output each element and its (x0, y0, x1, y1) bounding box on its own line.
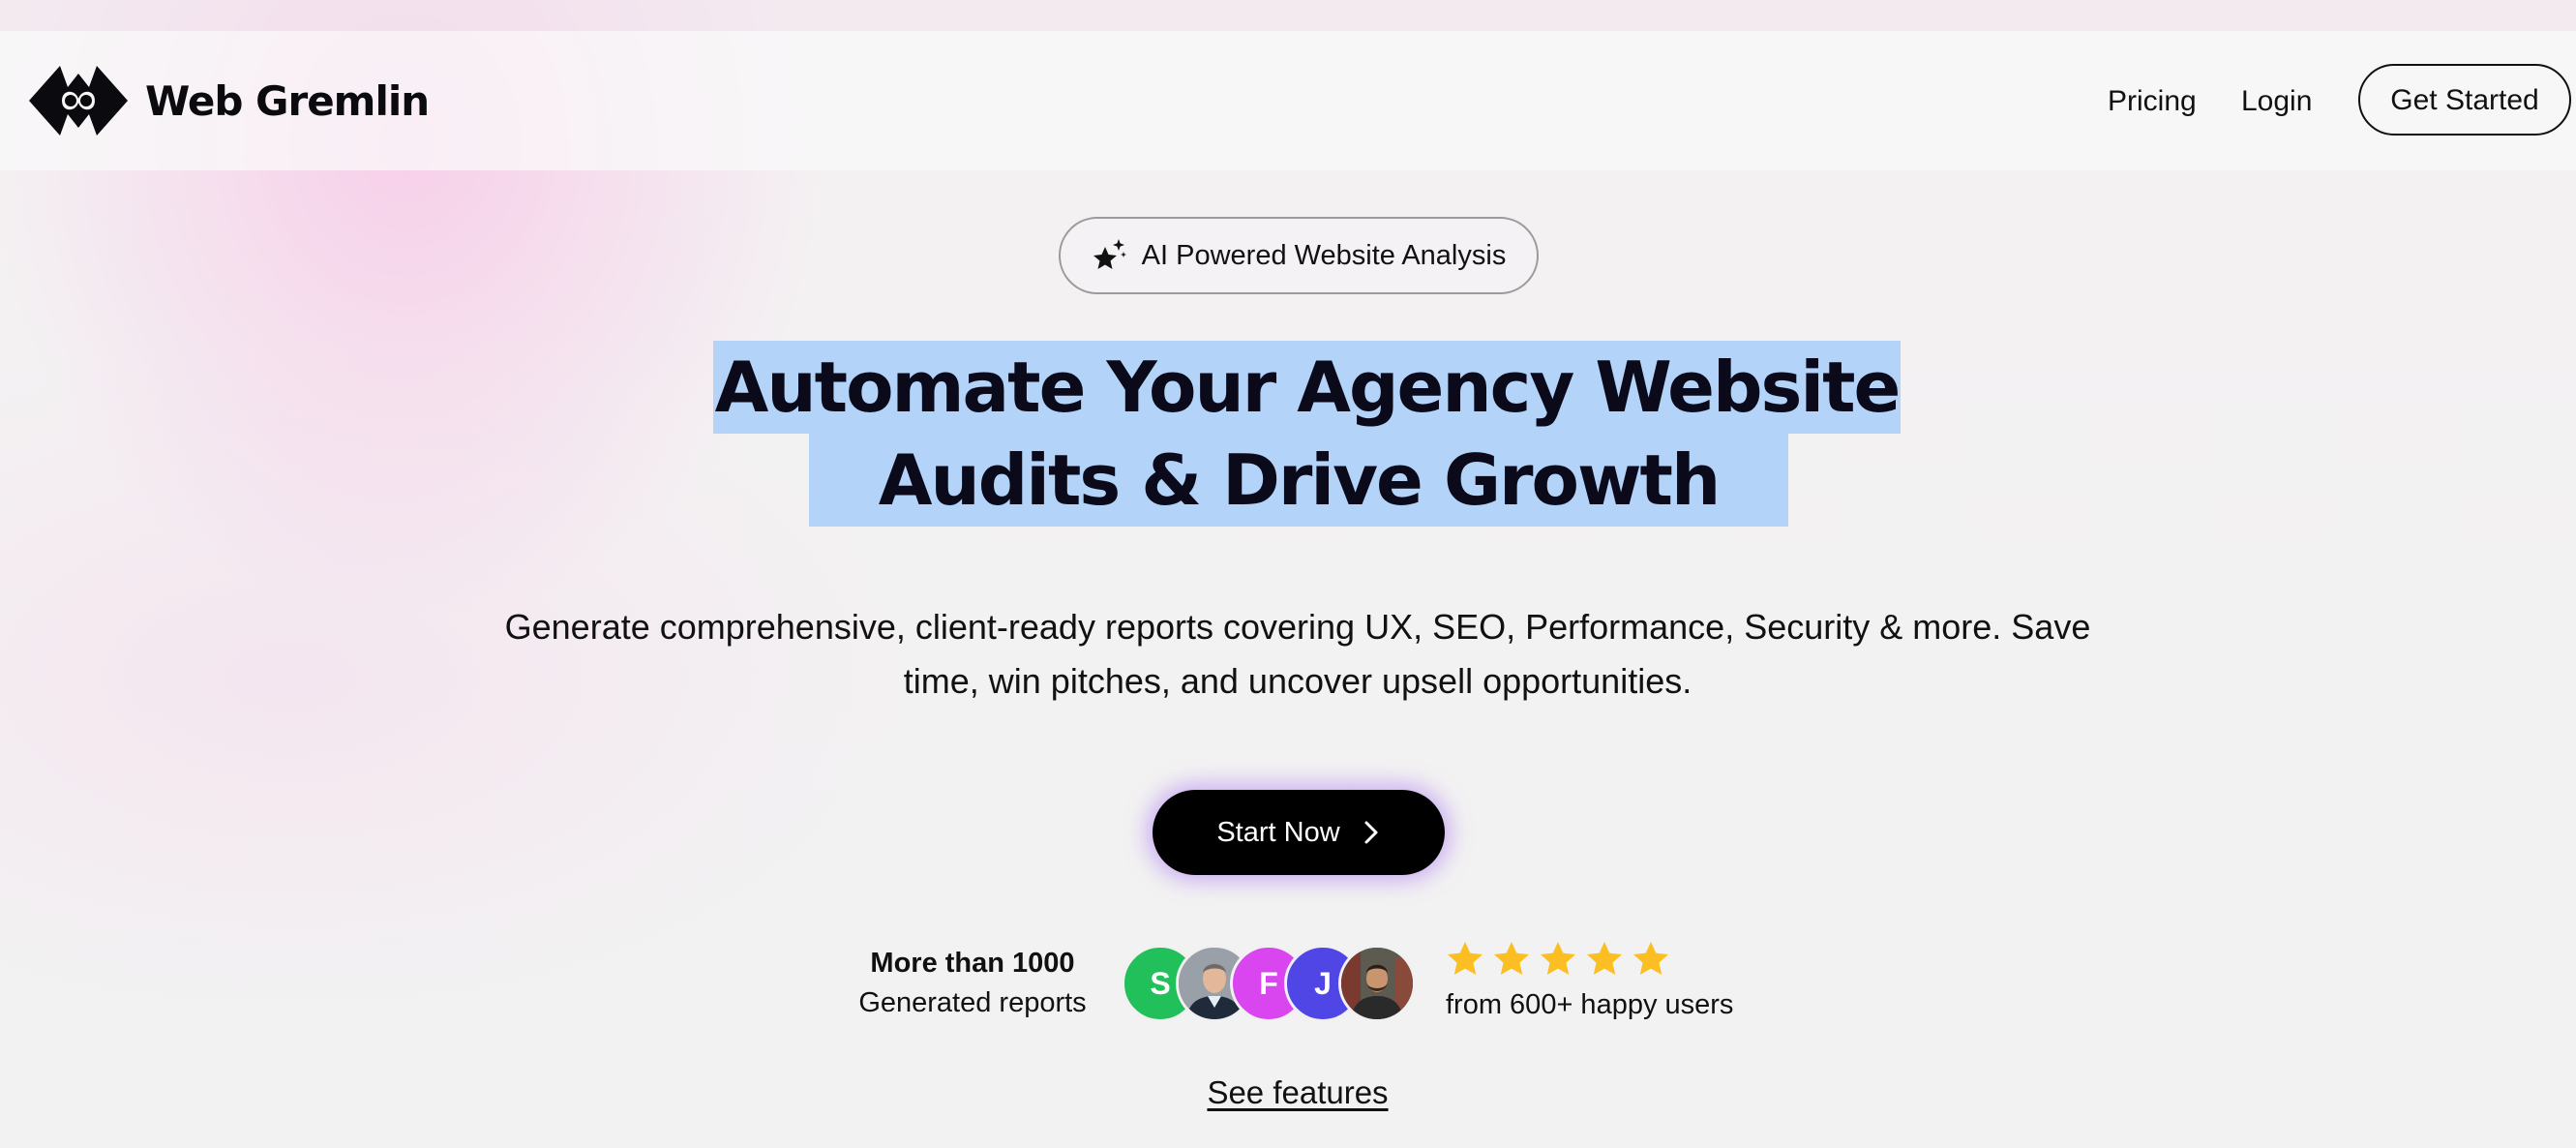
star-icon (1633, 942, 1668, 975)
rating-text: from 600+ happy users (1446, 989, 1734, 1020)
navbar: Web Gremlin Pricing Login Get Started (0, 31, 2576, 170)
reports-count-label: More than 1000 (870, 948, 1075, 979)
ai-badge: AI Powered Website Analysis (1059, 217, 1539, 294)
nav-pricing-link[interactable]: Pricing (2108, 76, 2197, 128)
web-gremlin-logo-icon (29, 66, 128, 136)
sparkle-star-icon (1093, 239, 1126, 269)
nav-login-link[interactable]: Login (2241, 76, 2312, 128)
star-icon (1448, 942, 1483, 975)
reports-count: More than 1000 Generated reports (842, 943, 1103, 1022)
brand-name: Web Gremlin (145, 76, 430, 125)
top-strip (0, 0, 2576, 31)
avatar-stack: S F J (1122, 945, 1416, 1022)
star-icon (1541, 942, 1575, 975)
reports-count-sub: Generated reports (858, 987, 1087, 1018)
badge-text: AI Powered Website Analysis (1141, 239, 1507, 271)
subtitle-line-1: Generate comprehensive, client-ready rep… (504, 607, 2091, 647)
chevron-right-icon (1364, 821, 1378, 844)
avatar-initial: J (1314, 965, 1332, 1001)
star-icon (1494, 942, 1529, 975)
see-features-link[interactable]: See features (1143, 1074, 1453, 1111)
subtitle-line-2: time, win pitches, and uncover upsell op… (903, 661, 1692, 701)
headline-line-2: Audits & Drive Growth (809, 434, 1788, 527)
start-now-button[interactable]: Start Now (1153, 790, 1445, 875)
headline-line-1: Automate Your Agency Website (713, 341, 1901, 434)
avatar-initial: S (1150, 965, 1171, 1001)
user-rating: from 600+ happy users (1446, 937, 1775, 1024)
hero-subtitle: Generate comprehensive, client-ready rep… (417, 600, 2178, 709)
start-now-label: Start Now (1216, 816, 1340, 848)
avatar-initial: F (1259, 965, 1278, 1001)
person-photo-icon (1341, 948, 1413, 1019)
star-rating (1446, 937, 1775, 982)
avatar (1338, 945, 1416, 1022)
star-icon (1587, 942, 1622, 975)
brand[interactable]: Web Gremlin (25, 60, 430, 141)
get-started-button[interactable]: Get Started (2358, 64, 2571, 136)
